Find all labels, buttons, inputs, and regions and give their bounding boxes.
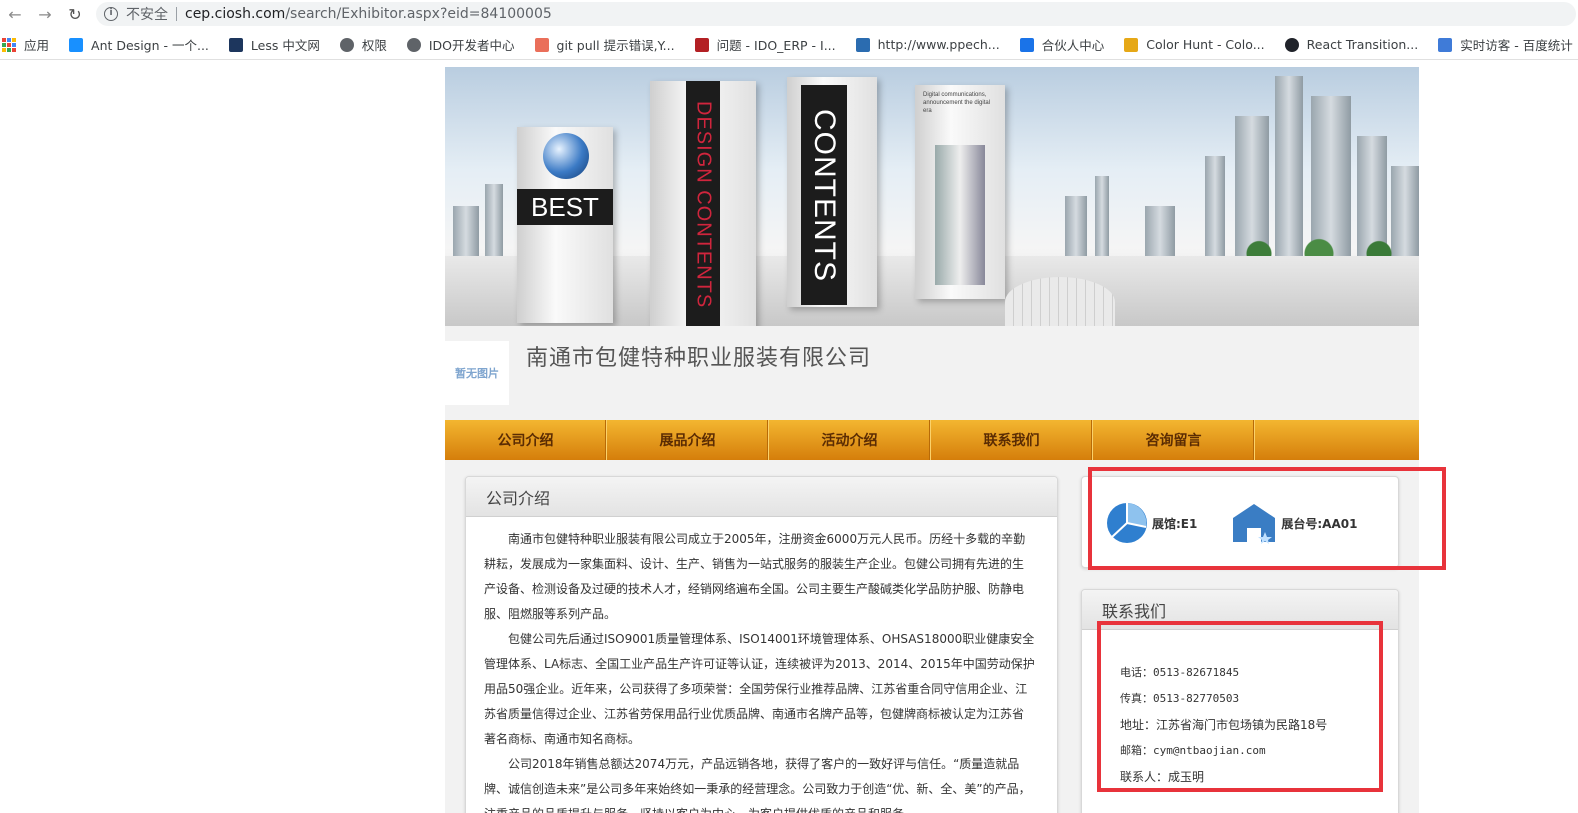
bookmark-item[interactable]: Ant Design - 一个... [69,35,209,54]
best-panel: BEST [517,127,613,323]
digital-panel-text: Digital communications, announcement the… [923,92,991,114]
back-button[interactable]: ← [0,0,30,28]
arrow-left-icon: ← [8,4,22,24]
globe-icon [406,37,421,52]
highlight-box-booth [1088,467,1446,570]
bookmark-label: git pull 提示错误,Y... [556,38,675,53]
bookmark-label: Less 中文网 [250,38,320,53]
main-nav: 公司介绍 展品介绍 活动介绍 联系我们 咨询留言 [445,420,1419,460]
security-label: 不安全 [126,7,168,23]
wave-icon [855,37,870,52]
best-label: BEST [517,189,613,225]
url-text[interactable]: cep.ciosh.com/search/Exhibitor.aspx?eid=… [185,6,552,22]
bookmark-item[interactable]: 问题 - IDO_ERP - I... [694,35,836,54]
nav-contact[interactable]: 联系我们 [931,420,1093,460]
address-bar[interactable]: i 不安全 cep.ciosh.com/search/Exhibitor.asp… [96,2,1576,26]
apps-grid-icon [2,37,16,52]
react-icon [1284,37,1299,52]
browser-toolbar: ← → ↻ i 不安全 cep.ciosh.com/search/Exhibit… [0,0,1578,28]
bookmark-item[interactable]: http://www.ppech... [855,37,1000,52]
nav-activities[interactable]: 活动介绍 [769,420,931,460]
color-hunt-icon [1124,37,1139,52]
reload-icon: ↻ [68,4,82,24]
bookmark-item[interactable]: 合伙人中心 [1019,35,1105,54]
bookmark-item[interactable]: React Transition... [1284,37,1419,52]
bookmark-item[interactable]: 权限 [339,35,387,54]
bookmark-label: Color Hunt - Colo... [1146,37,1265,52]
company-intro-box: 公司介绍 南通市包健特种职业服装有限公司成立于2005年，注册资金6000万元人… [465,476,1058,813]
bookmark-item[interactable]: 应用 [2,35,49,54]
url-path: /search/Exhibitor.aspx?eid=84100005 [285,6,552,22]
info-icon[interactable]: i [104,7,118,21]
contents-panel: CONTENTS [787,77,877,307]
intro-paragraph: 南通市包健特种职业服装有限公司成立于2005年，注册资金6000万元人民币。历经… [484,532,1026,621]
company-intro-title: 公司介绍 [466,477,1057,517]
reload-button[interactable]: ↻ [60,0,90,28]
bookmark-label: 实时访客 - 百度统计 [1460,38,1573,53]
company-logo: 暂无图片 [445,341,509,405]
company-name: 南通市包健特种职业服装有限公司 [526,346,872,371]
partner-icon [1019,37,1034,52]
globe-icon [339,37,354,52]
bookmark-item[interactable]: IDO开发者中心 [406,35,515,54]
nav-company-intro[interactable]: 公司介绍 [445,420,607,460]
intro-paragraph: 公司2018年销售总额达2074万元，产品远销各地，获得了客户的一致好评与信任。… [484,757,1031,813]
bookmark-item[interactable]: Less 中文网 [228,35,320,54]
design-contents-label: DESIGN CONTENTS [686,81,720,326]
globe-icon [543,133,589,179]
bookmark-item[interactable]: git pull 提示错误,Y... [534,35,675,54]
url-host: cep.ciosh.com [185,6,286,22]
arrow-right-icon: → [38,4,52,24]
banner-image: BEST DESIGN CONTENTS CONTENTS Digital co… [445,67,1419,326]
bookmark-label: 合伙人中心 [1041,38,1105,53]
redmine-icon [694,37,709,52]
ant-design-icon [69,37,84,52]
bookmarks-bar: 应用 Ant Design - 一个... Less 中文网 权限 IDO开发者中心 gi… [0,30,1578,60]
keyboard-sphere-image [1005,277,1115,326]
nav-message[interactable]: 咨询留言 [1093,420,1255,460]
design-contents-panel: DESIGN CONTENTS [650,81,756,326]
contents-label: CONTENTS [801,85,847,305]
intro-paragraph: 包健公司先后通过ISO9001质量管理体系、ISO14001环境管理体系、OHS… [484,632,1035,746]
bookmark-label: 应用 [24,38,50,53]
bookmark-label: http://www.ppech... [877,37,1000,52]
logo-placeholder-text: 暂无图片 [455,367,499,380]
jianshu-icon [534,37,549,52]
digital-panel: Digital communications, announcement the… [915,85,1005,299]
company-intro-body: 南通市包健特种职业服装有限公司成立于2005年，注册资金6000万元人民币。历经… [466,517,1057,813]
highlight-box-contact [1097,621,1383,792]
less-icon [228,37,243,52]
bookmark-item[interactable]: Color Hunt - Colo... [1124,37,1265,52]
bookmark-label: Ant Design - 一个... [91,38,209,53]
bookmark-label: 权限 [361,38,387,53]
bookmark-label: 问题 - IDO_ERP - I... [716,38,836,53]
nav-products[interactable]: 展品介绍 [607,420,769,460]
forward-button[interactable]: → [30,0,60,28]
bookmark-label: React Transition... [1306,37,1419,52]
divider [176,7,177,21]
baidu-tongji-icon [1438,37,1453,52]
bookmark-item[interactable]: 实时访客 - 百度统计 [1438,35,1573,54]
bookmark-label: IDO开发者中心 [428,38,515,53]
